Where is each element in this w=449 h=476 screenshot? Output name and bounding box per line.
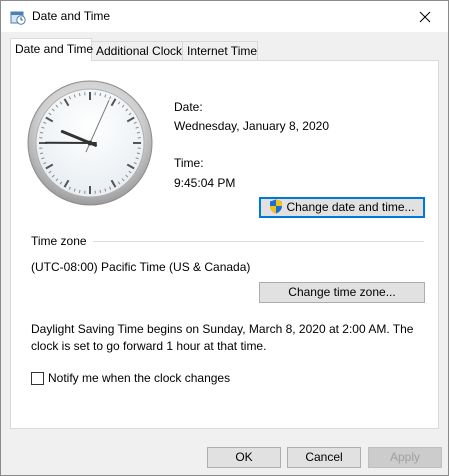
clock-minute-tick bbox=[136, 131, 140, 134]
tab-additional-clocks[interactable]: Additional Clocks bbox=[91, 41, 188, 60]
date-time-panel: Date: Wednesday, January 8, 2020 Time: 9… bbox=[10, 60, 439, 429]
date-label: Date: bbox=[174, 100, 203, 114]
clock-minute-tick bbox=[78, 189, 81, 193]
change-date-time-button[interactable]: Change date and time... bbox=[259, 197, 425, 218]
dst-info-line2: clock is set to go forward 1 hour at tha… bbox=[31, 339, 267, 353]
close-icon bbox=[419, 11, 431, 22]
window-title: Date and Time bbox=[32, 9, 111, 23]
clock-minute-tick bbox=[40, 131, 44, 134]
change-timezone-button[interactable]: Change time zone... bbox=[259, 282, 425, 303]
date-time-dialog: Date and Time Date and Time Additional C… bbox=[0, 0, 449, 476]
clock-minute-tick bbox=[136, 152, 140, 155]
dst-info-line1: Daylight Saving Time begins on Sunday, M… bbox=[31, 322, 414, 336]
date-value: Wednesday, January 8, 2020 bbox=[174, 119, 329, 133]
clock-calendar-icon bbox=[10, 9, 26, 25]
change-date-time-label: Change date and time... bbox=[286, 200, 415, 214]
tab-internet-time[interactable]: Internet Time bbox=[182, 41, 258, 60]
time-label: Time: bbox=[174, 156, 204, 170]
title-bar: Date and Time bbox=[1, 1, 448, 32]
timezone-section-label: Time zone bbox=[31, 234, 87, 248]
time-value: 9:45:04 PM bbox=[174, 176, 236, 190]
tab-date-and-time[interactable]: Date and Time bbox=[10, 38, 93, 61]
notify-checkbox-label[interactable]: Notify me when the clock changes bbox=[48, 371, 230, 385]
timezone-value: (UTC-08:00) Pacific Time (US & Canada) bbox=[31, 260, 251, 274]
notify-checkbox[interactable] bbox=[31, 372, 44, 385]
clock-minute-tick bbox=[78, 93, 81, 97]
shield-icon bbox=[269, 199, 283, 220]
clock-minute-tick bbox=[99, 189, 102, 193]
analog-clock bbox=[27, 80, 153, 206]
clock-minute-tick bbox=[99, 93, 102, 97]
close-button[interactable] bbox=[402, 1, 448, 32]
clock-minute-tick bbox=[40, 152, 44, 155]
ok-button[interactable]: OK bbox=[207, 447, 281, 468]
cancel-button[interactable]: Cancel bbox=[287, 447, 361, 468]
timezone-divider bbox=[93, 241, 424, 242]
apply-button[interactable]: Apply bbox=[368, 447, 442, 468]
